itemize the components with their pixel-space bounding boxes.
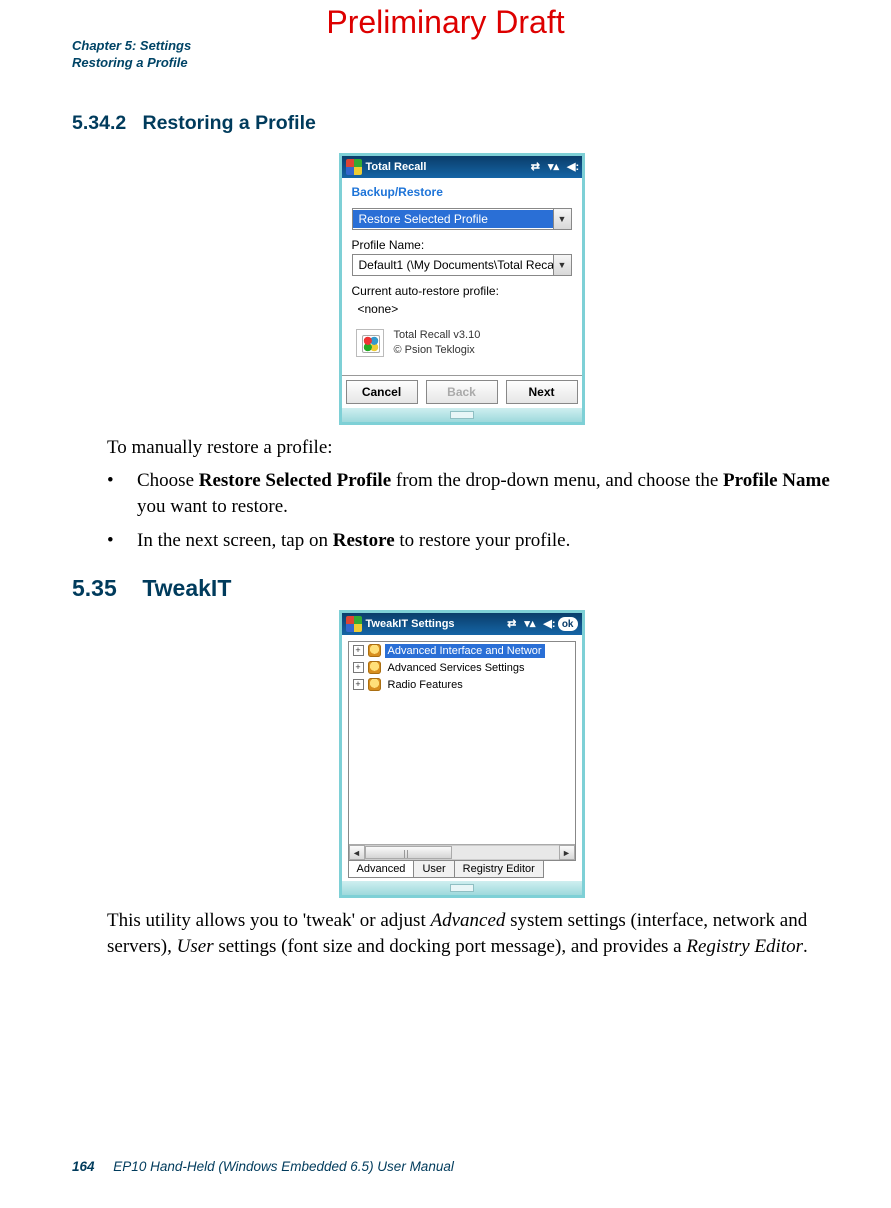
sip-bar[interactable] <box>342 408 582 422</box>
screenshot-total-recall: Total Recall ⇄ ▾▴ ◀׃ Backup/Restore Rest… <box>339 153 585 425</box>
heading-title: Restoring a Profile <box>142 112 315 134</box>
tab-registry-editor[interactable]: Registry Editor <box>454 861 544 878</box>
tree-item-label: Radio Features <box>385 678 466 692</box>
page-footer: 164 EP10 Hand-Held (Windows Embedded 6.5… <box>72 1159 454 1174</box>
bold-text: Restore Selected Profile <box>199 470 391 491</box>
chevron-down-icon[interactable]: ▼ <box>553 255 571 275</box>
scroll-left-button[interactable]: ◄ <box>349 845 365 860</box>
action-selected: Restore Selected Profile <box>353 210 553 228</box>
gear-icon <box>368 661 381 674</box>
profile-name-dropdown[interactable]: Default1 (\My Documents\Total Recal ▼ <box>352 254 572 276</box>
chapter-line: Chapter 5: Settings <box>72 38 191 55</box>
volume-icon[interactable]: ◀׃ <box>541 619 553 630</box>
section-line: Restoring a Profile <box>72 55 191 72</box>
footer-title: EP10 Hand-Held (Windows Embedded 6.5) Us… <box>113 1159 454 1174</box>
bullet-item: • In the next screen, tap on Restore to … <box>107 528 851 554</box>
app-icon <box>356 329 384 357</box>
tree-item-radio-features[interactable]: + Radio Features <box>349 676 575 693</box>
auto-restore-label: Current auto-restore profile: <box>352 284 572 298</box>
cancel-button[interactable]: Cancel <box>346 380 418 404</box>
panel-title: Backup/Restore <box>342 178 582 202</box>
bullet-marker: • <box>107 468 137 519</box>
intro-paragraph: To manually restore a profile: <box>107 435 851 461</box>
bullet-marker: • <box>107 528 137 554</box>
tree-item-advanced-services[interactable]: + Advanced Services Settings <box>349 659 575 676</box>
text: In the next screen, tap on <box>137 530 333 551</box>
scroll-track[interactable] <box>365 845 559 860</box>
about-row: Total Recall v3.10 © Psion Teklogix <box>352 326 572 369</box>
gear-icon <box>368 644 381 657</box>
heading-number: 5.35 <box>72 575 117 601</box>
signal-icon[interactable]: ▾▴ <box>546 162 561 173</box>
tree-item-advanced-interface[interactable]: + Advanced Interface and Networ <box>349 642 575 659</box>
tab-user[interactable]: User <box>413 861 454 878</box>
start-icon[interactable] <box>346 616 362 632</box>
titlebar: TweakIT Settings ⇄ ▾▴ ◀׃ ok <box>342 613 582 635</box>
profile-name-value: Default1 (\My Documents\Total Recal <box>353 256 553 274</box>
text: . <box>803 936 808 957</box>
gear-icon <box>368 678 381 691</box>
profile-name-label: Profile Name: <box>352 238 572 252</box>
action-dropdown[interactable]: Restore Selected Profile ▼ <box>352 208 572 230</box>
about-line1: Total Recall v3.10 <box>394 328 481 343</box>
bold-text: Restore <box>333 530 395 551</box>
signal-icon[interactable]: ▾▴ <box>522 619 537 630</box>
heading-number: 5.34.2 <box>72 112 126 134</box>
window-title: TweakIT Settings <box>366 618 455 630</box>
ok-button[interactable]: ok <box>558 617 578 631</box>
italic-text: User <box>177 936 214 957</box>
text: Choose <box>137 470 199 491</box>
text: from the drop-down menu, and choose the <box>391 470 723 491</box>
back-button: Back <box>426 380 498 404</box>
heading-title: TweakIT <box>142 575 231 601</box>
horizontal-scrollbar[interactable]: ◄ ► <box>349 844 575 860</box>
keyboard-icon[interactable] <box>450 411 474 419</box>
tab-bar: Advanced User Registry Editor <box>348 861 576 878</box>
italic-text: Registry Editor <box>686 936 803 957</box>
expand-icon[interactable]: + <box>353 679 364 690</box>
tab-advanced[interactable]: Advanced <box>348 861 415 878</box>
chevron-down-icon[interactable]: ▼ <box>553 209 571 229</box>
tree-view[interactable]: + Advanced Interface and Networ + Advanc… <box>348 641 576 861</box>
text: This utility allows you to 'tweak' or ad… <box>107 910 430 931</box>
tree-item-label: Advanced Services Settings <box>385 661 528 675</box>
connectivity-icon[interactable]: ⇄ <box>505 619 518 630</box>
scroll-thumb[interactable] <box>365 846 452 859</box>
tweakit-paragraph: This utility allows you to 'tweak' or ad… <box>107 908 851 959</box>
sip-bar[interactable] <box>342 881 582 895</box>
keyboard-icon[interactable] <box>450 884 474 892</box>
preliminary-draft-watermark: Preliminary Draft <box>0 4 891 41</box>
text: settings (font size and docking port mes… <box>214 936 687 957</box>
text: you want to restore. <box>137 496 288 517</box>
titlebar: Total Recall ⇄ ▾▴ ◀׃ <box>342 156 582 178</box>
italic-text: Advanced <box>430 910 505 931</box>
next-button[interactable]: Next <box>506 380 578 404</box>
volume-icon[interactable]: ◀׃ <box>565 162 577 173</box>
tree-item-label: Advanced Interface and Networ <box>385 644 545 658</box>
window-title: Total Recall <box>366 161 427 173</box>
page-number: 164 <box>72 1159 95 1174</box>
text: to restore your profile. <box>395 530 571 551</box>
auto-restore-value: <none> <box>358 302 572 316</box>
expand-icon[interactable]: + <box>353 645 364 656</box>
start-icon[interactable] <box>346 159 362 175</box>
bold-text: Profile Name <box>723 470 830 491</box>
page-header: Chapter 5: Settings Restoring a Profile <box>72 38 191 72</box>
expand-icon[interactable]: + <box>353 662 364 673</box>
connectivity-icon[interactable]: ⇄ <box>529 162 542 173</box>
heading-tweakit: 5.35 TweakIT <box>72 575 851 602</box>
screenshot-tweakit: TweakIT Settings ⇄ ▾▴ ◀׃ ok + Advanced I… <box>339 610 585 898</box>
about-line2: © Psion Teklogix <box>394 343 481 358</box>
heading-restoring-profile: 5.34.2 Restoring a Profile <box>72 112 851 135</box>
scroll-right-button[interactable]: ► <box>559 845 575 860</box>
bullet-item: • Choose Restore Selected Profile from t… <box>107 468 851 519</box>
